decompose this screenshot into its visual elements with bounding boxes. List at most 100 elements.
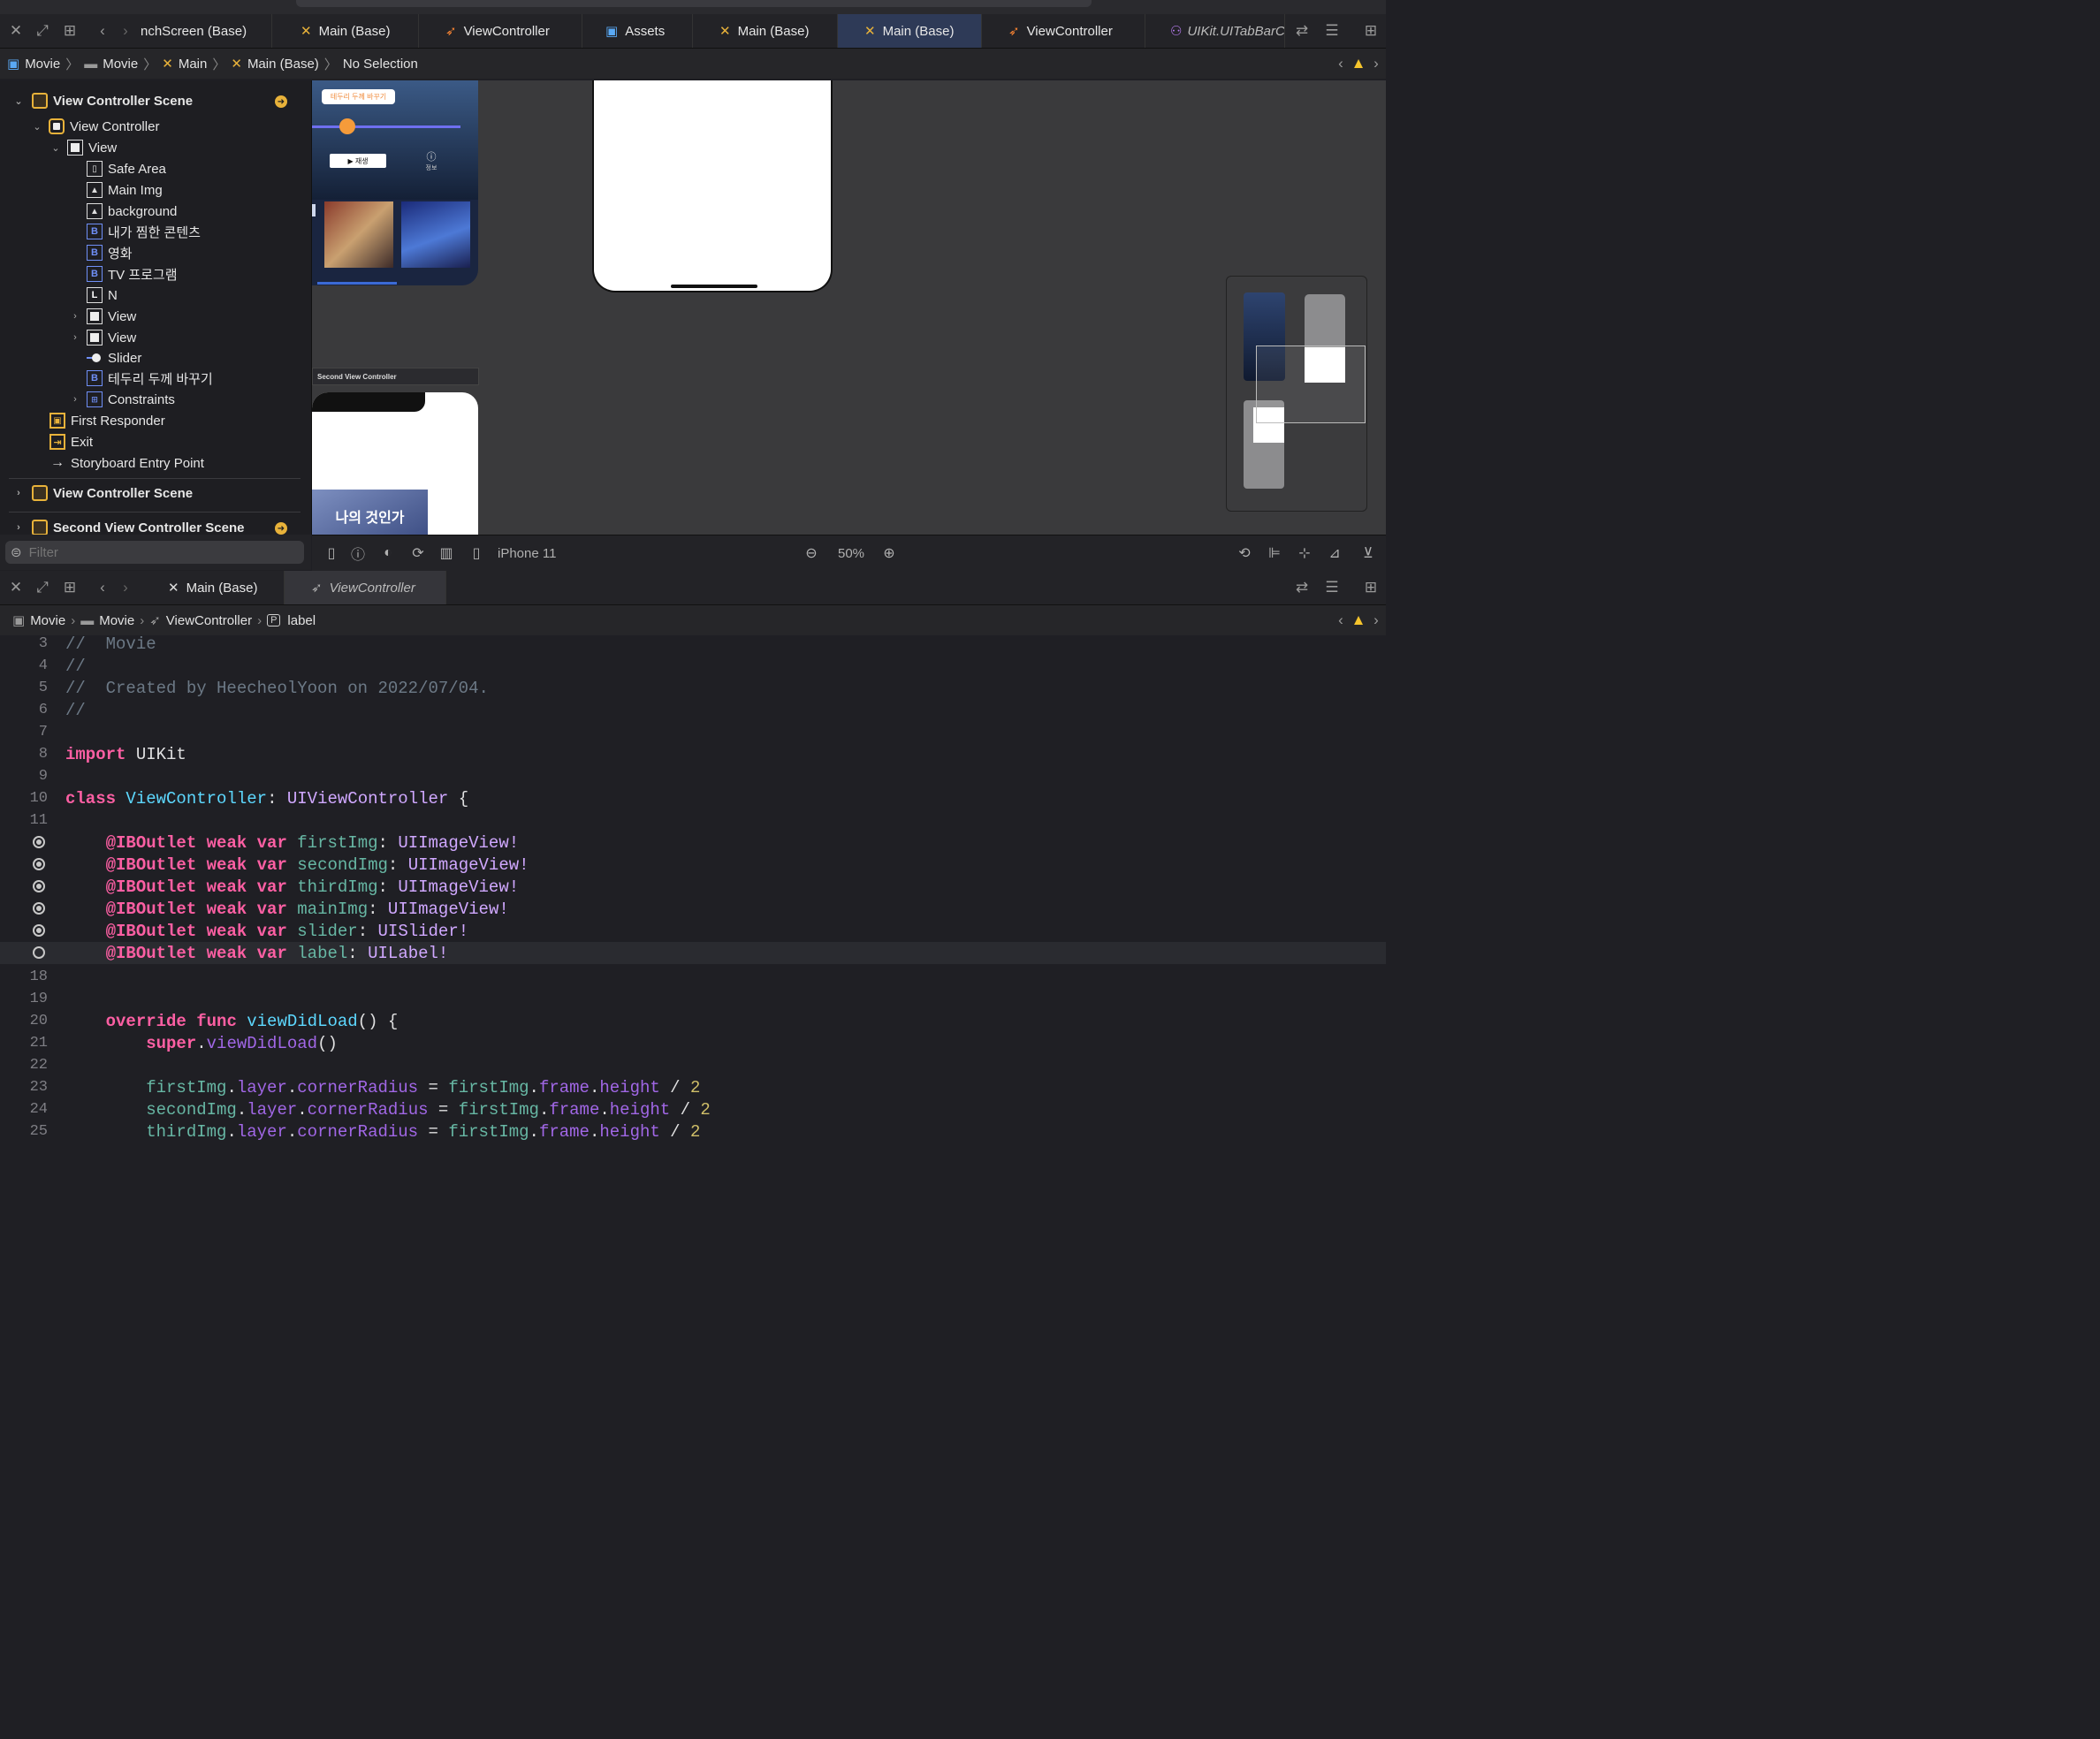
- outline-item-exit[interactable]: ⇥ Exit: [49, 431, 93, 452]
- outline-item-entry-point[interactable]: → Storyboard Entry Point: [49, 452, 204, 474]
- device-icon[interactable]: ▯: [468, 543, 485, 564]
- expand-icon[interactable]: ⤢: [34, 579, 51, 596]
- chevron-right-icon[interactable]: ›: [69, 311, 81, 322]
- close-editor-icon[interactable]: ✕: [7, 579, 25, 596]
- outline-item-view-2[interactable]: › View: [69, 306, 136, 327]
- third-view-controller-preview[interactable]: 나의 것인가: [312, 392, 478, 535]
- code-editor[interactable]: 3 // Movie 4 // 5 // Created by HeecheolYoo…: [0, 634, 1386, 1148]
- chevron-down-icon[interactable]: ⌄: [49, 142, 62, 154]
- warning-icon[interactable]: ▲: [1351, 55, 1366, 72]
- outline-item-vc-scene[interactable]: ⌄ View Controller Scene: [12, 90, 193, 111]
- add-editor-icon[interactable]: ⊞: [1361, 22, 1381, 40]
- orientation-icon[interactable]: ⟳: [409, 543, 427, 564]
- breadcrumb-symbol[interactable]: Plabel: [267, 613, 316, 628]
- outline-item-button-favorites[interactable]: B 내가 찜한 콘텐츠: [87, 221, 201, 242]
- embed-icon[interactable]: ⊻: [1358, 543, 1378, 564]
- breadcrumb-folder[interactable]: ▬ Movie: [80, 613, 134, 628]
- editor-options-icon[interactable]: ☰: [1320, 22, 1343, 40]
- scene-title-bar[interactable]: Second View Controller: [312, 368, 479, 385]
- tab-main-1[interactable]: ✕ Main (Base): [272, 14, 419, 48]
- zoom-level[interactable]: 50%: [833, 543, 869, 564]
- back-icon[interactable]: ‹: [94, 22, 111, 40]
- appearance-icon[interactable]: ◐: [379, 543, 397, 564]
- scene-arrow-badge-icon[interactable]: ➜: [275, 522, 287, 535]
- outline-item-slider[interactable]: Slider: [87, 347, 141, 368]
- outline-item-vc-scene-2[interactable]: › View Controller Scene: [12, 482, 193, 504]
- prev-issue-icon[interactable]: ‹: [1333, 55, 1349, 72]
- border-button-preview[interactable]: 테두리 두께 바꾸기: [322, 89, 395, 104]
- outlet-connected-icon[interactable]: [33, 836, 45, 848]
- outline-toggle-icon[interactable]: ▯: [323, 543, 340, 564]
- zoom-out-icon[interactable]: ⊖: [802, 543, 821, 564]
- outline-item-view[interactable]: ⌄ View: [49, 137, 117, 158]
- add-editor-icon[interactable]: ⊞: [1361, 579, 1381, 596]
- tab-main-active[interactable]: ✕ Main (Base): [838, 14, 982, 48]
- update-frames-icon[interactable]: ⟲: [1235, 543, 1254, 564]
- breadcrumb-storyboard[interactable]: ✕ Main: [162, 56, 207, 72]
- outline-item-main-img[interactable]: ▲ Main Img: [87, 179, 163, 201]
- zoom-in-icon[interactable]: ⊕: [879, 543, 899, 564]
- grid-icon[interactable]: ⊞: [60, 22, 80, 40]
- breadcrumb-folder[interactable]: ▬ Movie: [84, 57, 138, 72]
- swap-icon[interactable]: ⇄: [1292, 22, 1312, 40]
- chevron-right-icon[interactable]: ›: [69, 394, 81, 405]
- device-selector[interactable]: iPhone 11: [498, 543, 577, 564]
- outline-item-label-n[interactable]: LN: [87, 285, 118, 306]
- forward-icon[interactable]: ›: [117, 579, 134, 596]
- outlet-disconnected-icon[interactable]: [33, 946, 45, 959]
- tab-main-bottom[interactable]: ✕ Main (Base): [141, 571, 285, 604]
- minimap-viewport[interactable]: [1256, 346, 1366, 423]
- outline-item-constraints[interactable]: › ⊞ Constraints: [69, 389, 175, 410]
- chevron-right-icon[interactable]: ›: [69, 332, 81, 343]
- play-button-preview[interactable]: ▶ 재생: [330, 154, 386, 168]
- forward-icon[interactable]: ›: [117, 22, 134, 40]
- tab-uitabbarcontroller[interactable]: ⚇ UIKit.UITabBarC: [1145, 14, 1285, 48]
- prev-issue-icon[interactable]: ‹: [1333, 611, 1349, 629]
- outline-item-view-3[interactable]: › View: [69, 327, 136, 348]
- outline-item-safe-area[interactable]: ▯ Safe Area: [87, 158, 166, 179]
- chevron-down-icon[interactable]: ⌄: [12, 95, 25, 107]
- editor-options-icon[interactable]: ☰: [1320, 579, 1343, 596]
- outline-item-background[interactable]: ▲ background: [87, 201, 177, 222]
- slider-thumb[interactable]: [339, 118, 355, 134]
- outlet-connected-icon[interactable]: [33, 858, 45, 870]
- outline-item-button-tv[interactable]: B TV 프로그램: [87, 263, 178, 285]
- chevron-right-icon[interactable]: ›: [12, 522, 25, 533]
- tab-launchscreen[interactable]: nchScreen (Base): [137, 14, 272, 48]
- chevron-right-icon[interactable]: ›: [12, 488, 25, 498]
- layout-icon[interactable]: ▥: [438, 543, 455, 564]
- tab-assets[interactable]: ▣ Assets: [582, 14, 693, 48]
- next-issue-icon[interactable]: ›: [1368, 55, 1384, 72]
- tab-viewcontroller-2[interactable]: ➶ ViewController: [982, 14, 1145, 48]
- breadcrumb-storyboard-base[interactable]: ✕ Main (Base): [231, 56, 318, 72]
- resolve-issues-icon[interactable]: ⊿: [1325, 543, 1344, 564]
- outlet-connected-icon[interactable]: [33, 902, 45, 915]
- storyboard-canvas[interactable]: 테두리 두께 바꾸기 ▶ 재생 ⓘ 정보 Second View Control…: [312, 80, 1386, 535]
- add-constraints-icon[interactable]: ⊹: [1295, 543, 1314, 564]
- breadcrumb-selection[interactable]: No Selection: [343, 57, 418, 72]
- tab-main-2[interactable]: ✕ Main (Base): [693, 14, 838, 48]
- breadcrumb-file[interactable]: ➶ ViewController: [149, 612, 252, 629]
- next-issue-icon[interactable]: ›: [1368, 611, 1384, 629]
- swap-icon[interactable]: ⇄: [1292, 579, 1312, 596]
- back-icon[interactable]: ‹: [94, 579, 111, 596]
- info-icon[interactable]: ⓘ: [425, 149, 438, 163]
- view-controller-preview[interactable]: 테두리 두께 바꾸기 ▶ 재생 ⓘ 정보: [312, 80, 478, 285]
- outline-item-second-vc-scene[interactable]: › Second View Controller Scene: [12, 517, 244, 535]
- breadcrumb-project[interactable]: ▣ Movie: [12, 612, 65, 629]
- second-view-controller-preview[interactable]: [592, 80, 833, 292]
- warning-icon[interactable]: ▲: [1351, 611, 1366, 629]
- grid-icon[interactable]: ⊞: [60, 579, 80, 596]
- scene-arrow-badge-icon[interactable]: ➜: [275, 95, 287, 108]
- filter-input[interactable]: [27, 543, 287, 561]
- canvas-minimap[interactable]: [1226, 276, 1367, 512]
- outline-item-button-movie[interactable]: B 영화: [87, 242, 133, 263]
- outlet-connected-icon[interactable]: [33, 924, 45, 937]
- outline-item-first-responder[interactable]: ▣ First Responder: [49, 410, 165, 431]
- tab-viewcontroller-bottom[interactable]: ➶ ViewController: [285, 571, 446, 604]
- outline-item-view-controller[interactable]: ⌄ View Controller: [31, 116, 159, 137]
- accessibility-icon[interactable]: ⓘ: [349, 543, 367, 564]
- filter-field[interactable]: ⊜: [5, 541, 304, 564]
- close-editor-icon[interactable]: ✕: [7, 22, 25, 40]
- tab-viewcontroller-1[interactable]: ➶ ViewController: [419, 14, 582, 48]
